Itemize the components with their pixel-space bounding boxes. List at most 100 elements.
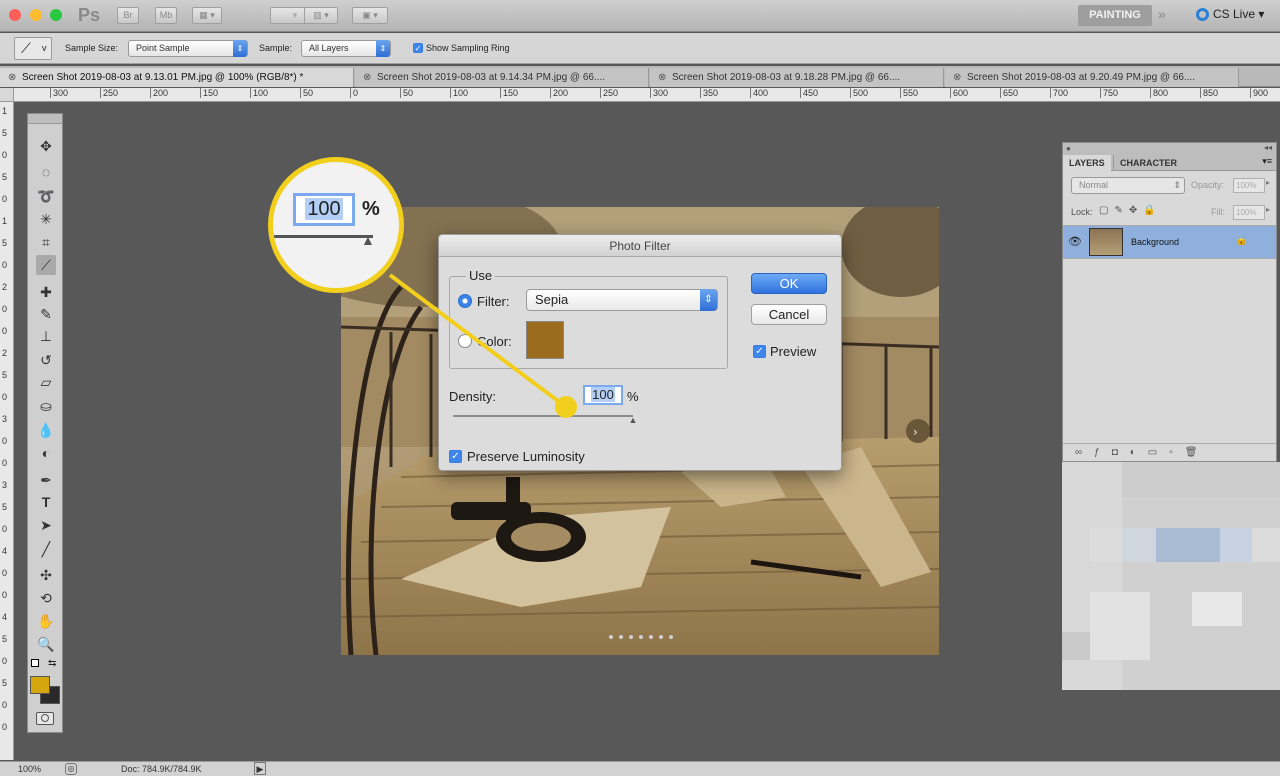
horizontal-ruler[interactable]: 300 250 200 150 100 50 0 50 100 150 200 250 300 350 40… [14,88,1280,102]
visibility-eye-icon[interactable]: 👁 [1068,235,1082,248]
delete-layer-icon[interactable]: 🗑 [1185,447,1210,458]
density-slider-track[interactable]: ▲ [453,415,637,425]
close-window-icon[interactable] [9,9,21,21]
link-layers-icon[interactable]: ∞ [1075,447,1094,458]
move-tool-icon[interactable]: ✥ [36,136,56,156]
preserve-luminosity-checkbox[interactable]: ✓ [449,450,462,463]
zoom-percentage[interactable]: 100% [18,762,41,776]
line-tool-icon[interactable]: ╱ [36,539,56,559]
screen-mode-button[interactable]: ▣ ▾ [352,7,388,24]
layer-mask-icon[interactable]: ◘ [1112,447,1130,458]
tab-document-4[interactable]: ⊗ Screen Shot 2019-08-03 at 9.20.49 PM.jp… [945,68,1239,87]
opacity-input[interactable]: 100% [1233,178,1265,193]
healing-brush-tool-icon[interactable]: ✚ [36,282,56,302]
foreground-color-swatch[interactable] [30,676,50,694]
tool-preset-picker[interactable]: ⟋ v [14,37,52,60]
adjustment-layer-icon[interactable]: ◐ [1130,447,1148,458]
color-swatch[interactable] [526,321,564,359]
select-arrows-icon: ⇕ [233,40,247,57]
zoom-window-icon[interactable] [50,9,62,21]
panel-collapse-icon[interactable]: ◂◂ [1264,143,1272,152]
show-sampling-ring-checkbox[interactable]: ✓ [413,42,423,54]
magic-wand-tool-icon[interactable]: ✳ [36,209,56,229]
tools-panel-header[interactable] [28,114,62,124]
layer-row-background[interactable]: 👁 Background 🔒 [1063,225,1276,259]
tab-document-1[interactable]: ⊗ Screen Shot 2019-08-03 at 9.13.01 PM.jp… [0,68,354,87]
ruler-tick-label: 3 [2,414,8,424]
sample-layers-select[interactable]: All Layers ⇕ [301,40,391,57]
ruler-tick-label: 800 [1150,88,1168,98]
fill-dropdown-icon[interactable]: ▸ [1266,205,1270,214]
blend-mode-select[interactable]: Normal ⇕ [1071,177,1185,194]
new-layer-icon[interactable]: ▫ [1169,447,1185,458]
pen-tool-icon[interactable]: ✒ [36,470,56,490]
path-selection-tool-icon[interactable]: ➤ [36,515,56,535]
minimize-window-icon[interactable] [30,9,42,21]
mini-bridge-button[interactable]: Mb [155,7,177,24]
ruler-origin[interactable] [0,88,14,102]
more-workspaces-icon[interactable]: » [1158,6,1166,22]
ruler-tick-label: 200 [150,88,168,98]
fill-input[interactable]: 100% [1233,205,1265,220]
preview-checkbox[interactable]: ✓ [753,345,766,358]
paint-bucket-tool-icon[interactable]: ⛀ [36,396,56,416]
ok-button[interactable]: OK [751,273,827,294]
close-tab-icon[interactable]: ⊗ [363,68,373,87]
next-image-icon[interactable]: › [913,425,918,439]
marquee-tool-icon[interactable]: ◌ [36,162,56,182]
cs-live-menu[interactable]: CS Live ▾ [1196,7,1264,22]
dodge-tool-icon[interactable]: ◐ [36,443,56,463]
tab-layers[interactable]: LAYERS [1063,155,1111,171]
ruler-tick-label: 0 [2,436,8,446]
default-colors-icon[interactable] [31,659,39,667]
new-group-icon[interactable]: ▭ [1148,447,1169,458]
callout-density-input: 100 [293,193,355,226]
layer-style-icon[interactable]: ƒ [1094,447,1112,458]
view-extras-button[interactable]: ▦ ▾ [192,7,222,24]
close-tab-icon[interactable]: ⊗ [953,68,963,87]
density-unit: % [627,389,639,404]
ruler-tick-label: 150 [200,88,218,98]
density-input[interactable]: 100 [583,385,623,405]
tab-document-2[interactable]: ⊗ Screen Shot 2019-08-03 at 9.14.34 PM.jp… [355,68,649,87]
workspace-switcher[interactable]: PAINTING [1078,5,1152,26]
vertical-ruler[interactable]: 1 5 0 5 0 1 5 0 2 0 0 2 5 0 3 0 0 3 5 0 4 0 0 4 5 0 5 0 0 [0,102,14,760]
brush-tool-icon[interactable]: ✎ [36,304,56,324]
sample-size-select[interactable]: Point Sample ⇕ [128,40,248,57]
ruler-tick-label: 600 [950,88,968,98]
3d-rotate-tool-icon[interactable]: ✣ [36,565,56,585]
3d-orbit-tool-icon[interactable]: ⟲ [36,588,56,608]
bridge-button[interactable]: Br [117,7,139,24]
close-tab-icon[interactable]: ⊗ [8,68,18,87]
eraser-tool-icon[interactable]: ▱ [36,372,56,392]
status-menu-arrow-icon[interactable]: ▶ [254,762,266,775]
type-tool-icon[interactable]: T [36,492,56,512]
panel-close-icon[interactable]: ● [1066,144,1071,153]
quick-mask-icon[interactable] [36,712,54,725]
swap-colors-icon[interactable]: ⇆ [48,658,56,669]
fill-label: Fill: [1211,207,1225,217]
clone-stamp-tool-icon[interactable]: ⊥ [36,326,56,346]
hand-tool-icon[interactable]: ✋ [36,611,56,631]
lasso-tool-icon[interactable]: ➰ [36,186,56,206]
opacity-dropdown-icon[interactable]: ▸ [1266,178,1270,187]
color-label: Color: [477,334,512,349]
close-tab-icon[interactable]: ⊗ [658,68,668,87]
status-info-icon[interactable]: ◎ [65,763,77,775]
document-size: Doc: 784.9K/784.9K [121,764,202,774]
blur-tool-icon[interactable]: 💧 [36,420,56,440]
crop-tool-icon[interactable]: ⌗ [36,232,56,252]
panel-menu-icon[interactable]: ▾≡ [1262,156,1272,167]
lock-icons[interactable]: ▢✎✥🔒 [1099,205,1162,216]
tab-character[interactable]: CHARACTER [1113,155,1183,171]
zoom-tool-icon[interactable]: 🔍 [36,634,56,654]
density-slider-thumb[interactable]: ▲ [629,415,638,425]
eyedropper-tool-icon[interactable]: ⟋ [36,255,56,275]
filter-radio[interactable] [458,294,472,308]
filter-select[interactable]: Sepia ⇕ [526,289,718,311]
history-brush-tool-icon[interactable]: ↺ [36,350,56,370]
cancel-button[interactable]: Cancel [751,304,827,325]
tab-document-3[interactable]: ⊗ Screen Shot 2019-08-03 at 9.18.28 PM.jp… [650,68,944,87]
arrange-documents-button[interactable]: ▥ ▾ [304,7,338,24]
color-radio[interactable] [458,334,472,348]
